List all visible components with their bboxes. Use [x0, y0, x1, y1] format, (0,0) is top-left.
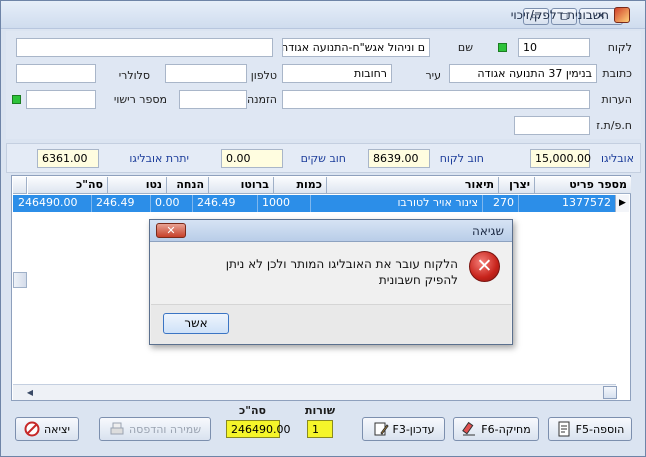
dialog-title-bar: שגיאה ✕: [150, 220, 512, 242]
col-net[interactable]: נטו: [107, 177, 166, 194]
app-icon: [614, 7, 630, 23]
error-dialog: שגיאה ✕ ✕ הלקוח עובר את האובליגו המותר ו…: [149, 219, 513, 345]
rows-label: שורות: [305, 404, 336, 417]
cell-quantity[interactable]: 1000: [257, 195, 310, 212]
mobile-label: סלולרי: [118, 69, 150, 82]
delete-button[interactable]: מחיקה-F6: [453, 417, 539, 441]
scroll-left-icon[interactable]: ◀: [23, 385, 37, 400]
obligo-value: 15,000.00: [530, 149, 591, 168]
col-discount[interactable]: הנחה: [166, 177, 208, 194]
address-field[interactable]: בנימין 37 התנועה אגודה: [449, 64, 597, 83]
exit-button-label: יציאה: [44, 422, 70, 436]
rows-count: 1: [307, 420, 333, 438]
address-label: כתובת: [602, 67, 632, 80]
exit-icon: [24, 421, 40, 437]
edit-doc-icon: [373, 421, 389, 437]
table-row[interactable]: 1377572 270 צינור אויר לטורבו 1000 246.4…: [13, 195, 615, 212]
grid-corner: [13, 177, 27, 194]
error-icon: ✕: [469, 251, 500, 282]
city-field[interactable]: רחובות: [282, 64, 392, 83]
checks-debt-value: 0.00: [221, 149, 283, 168]
customer-debt-label: חוב לקוח: [439, 152, 484, 165]
cell-total[interactable]: 246490.00: [14, 195, 91, 212]
obligo-balance-label: יתרת אובליגו: [129, 152, 189, 165]
col-total[interactable]: סה"כ: [45, 177, 107, 194]
dialog-close-button[interactable]: ✕: [156, 223, 186, 238]
horizontal-scrollbar[interactable]: ◀: [13, 384, 617, 400]
title-bar: ▭ ◻ ✕ חשבונית דלפק/זיכוי: [1, 1, 645, 29]
horizontal-scrollbar-thumb[interactable]: [603, 386, 617, 399]
license-label: מספר רישוי: [113, 93, 167, 106]
dialog-message: הלקוח עובר את האובליגו המותר ולכן לא נית…: [225, 257, 458, 287]
mobile-field[interactable]: [16, 64, 96, 83]
update-button[interactable]: עדכון-F3: [362, 417, 445, 441]
customer-lookup-indicator[interactable]: [498, 43, 507, 52]
col-gross[interactable]: ברוטו: [208, 177, 273, 194]
city-label: עיר: [425, 69, 441, 82]
row-selector-icon[interactable]: ▶: [615, 195, 629, 212]
phone-label: טלפון: [250, 69, 277, 82]
save-print-button[interactable]: שמירה והדפסה: [99, 417, 211, 441]
dialog-footer: אשר: [151, 304, 511, 344]
notes-field[interactable]: [282, 90, 590, 109]
checks-debt-label: חוב שקים: [300, 152, 346, 165]
notes-label: הערות: [601, 93, 632, 106]
obligo-balance-value: 6361.00: [37, 149, 99, 168]
save-print-button-label: שמירה והדפסה: [129, 422, 201, 436]
printer-icon: [109, 421, 125, 437]
id-label: ח.פ/ת.ז: [596, 119, 632, 132]
obligo-summary: אובליגו 15,000.00 חוב לקוח 8639.00 חוב ש…: [6, 143, 641, 173]
id-field[interactable]: [514, 116, 590, 135]
exit-button[interactable]: יציאה: [15, 417, 79, 441]
phone-field[interactable]: [165, 64, 247, 83]
dialog-title: שגיאה: [472, 224, 504, 238]
customer-debt-value: 8639.00: [368, 149, 430, 168]
eraser-icon: [461, 421, 477, 437]
col-item-number[interactable]: מספר פריט: [534, 177, 631, 194]
customer-label: לקוח: [607, 41, 632, 54]
customer-name-extra-field[interactable]: [16, 38, 273, 57]
order-label: הזמנה: [246, 93, 277, 106]
col-description[interactable]: תיאור: [326, 177, 498, 194]
grid-header: מספר פריט יצרן תיאור כמות ברוטו הנחה נטו…: [28, 177, 631, 194]
obligo-label: אובליגו: [601, 152, 634, 165]
cell-item-number[interactable]: 1377572: [518, 195, 615, 212]
update-button-label: עדכון-F3: [392, 422, 435, 436]
customer-number-field[interactable]: 10: [518, 38, 590, 57]
window-title: חשבונית דלפק/זיכוי: [510, 8, 609, 22]
customer-panel: לקוח 10 שם ם וניהול אגש"ח-התנועה אגודה כ…: [6, 31, 641, 139]
order-field[interactable]: [179, 90, 247, 109]
cell-description[interactable]: צינור אויר לטורבו: [310, 195, 482, 212]
total-label: סה"כ: [239, 404, 266, 417]
vertical-scrollbar-thumb[interactable]: [13, 272, 27, 288]
add-doc-icon: [556, 421, 572, 437]
invoice-window: ▭ ◻ ✕ חשבונית דלפק/זיכוי לקוח 10 שם ם ונ…: [0, 0, 646, 457]
total-value: 246490.00: [226, 420, 291, 438]
cell-net[interactable]: 246.49: [91, 195, 150, 212]
add-button-label: הוספה-F5: [575, 422, 625, 436]
cell-gross[interactable]: 246.49: [192, 195, 257, 212]
ok-button[interactable]: אשר: [163, 313, 229, 334]
cell-manufacturer[interactable]: 270: [482, 195, 518, 212]
name-label: שם: [457, 41, 473, 54]
cell-discount[interactable]: 0.00: [150, 195, 192, 212]
license-field[interactable]: [26, 90, 96, 109]
delete-button-label: מחיקה-F6: [481, 422, 531, 436]
add-button[interactable]: הוספה-F5: [548, 417, 632, 441]
license-lookup-indicator[interactable]: [12, 95, 21, 104]
col-manufacturer[interactable]: יצרן: [498, 177, 534, 194]
customer-name-field[interactable]: ם וניהול אגש"ח-התנועה אגודה: [282, 38, 430, 57]
col-quantity[interactable]: כמות: [273, 177, 326, 194]
